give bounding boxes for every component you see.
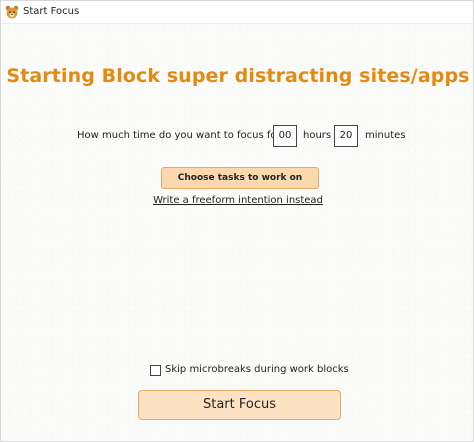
minutes-input[interactable]: 20 bbox=[334, 125, 358, 147]
focus-time-row: How much time do you want to focus for? … bbox=[1, 125, 474, 149]
title-bar: Start Focus bbox=[1, 1, 473, 24]
hours-label: hours bbox=[303, 130, 332, 141]
minutes-label: minutes bbox=[365, 130, 406, 141]
focus-time-question: How much time do you want to focus for? bbox=[77, 130, 286, 141]
page-heading: Starting Block super distracting sites/a… bbox=[6, 65, 470, 87]
start-focus-button[interactable]: Start Focus bbox=[138, 390, 341, 420]
choose-tasks-button[interactable]: Choose tasks to work on bbox=[161, 167, 319, 189]
skip-microbreaks-label[interactable]: Skip microbreaks during work blocks bbox=[165, 364, 349, 375]
bear-face-icon bbox=[5, 5, 19, 19]
skip-microbreaks-checkbox[interactable] bbox=[150, 365, 161, 376]
window-title: Start Focus bbox=[23, 6, 80, 17]
hours-input[interactable]: 00 bbox=[273, 125, 297, 147]
freeform-intention-link[interactable]: Write a freeform intention instead bbox=[1, 195, 474, 206]
start-focus-window: Start Focus Starting Block super distrac… bbox=[0, 0, 474, 442]
